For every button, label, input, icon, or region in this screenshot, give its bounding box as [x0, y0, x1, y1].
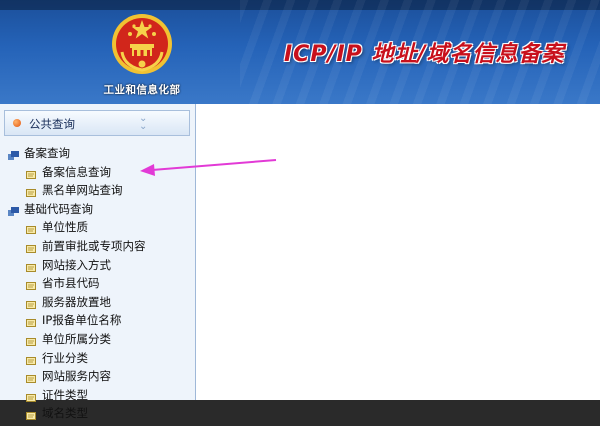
site-title: ICP/IP 地址/域名信息备案 [284, 42, 565, 67]
folder-icon [8, 148, 20, 160]
document-icon [26, 390, 37, 402]
tree-category-label: 基础代码查询 [24, 201, 93, 216]
ministry-name: 工业和信息化部 [103, 84, 181, 96]
tree-item-label: 证件类型 [42, 387, 88, 402]
collapse-chevron-icon[interactable]: ⌄ ⌄ [139, 114, 147, 132]
document-icon [26, 334, 37, 346]
tree-item-label: 备案信息查询 [42, 164, 111, 179]
document-icon [26, 353, 37, 365]
document-icon [26, 260, 37, 272]
site-header: 工业和信息化部 ICP/IP 地址/域名信息备案 [0, 0, 600, 104]
tree-item-label: 前置审批或专项内容 [42, 239, 146, 253]
document-icon [26, 371, 37, 384]
folder-icon [8, 204, 20, 216]
tree-item-label: 域名类型 [42, 406, 88, 421]
document-icon [26, 408, 37, 421]
document-icon [26, 222, 37, 235]
tree-item-label: 省市县代码 [42, 276, 100, 291]
document-icon [26, 315, 37, 328]
tree-item-label: 网站接入方式 [42, 257, 111, 272]
document-icon [26, 241, 37, 253]
tree-item-label: 网站服务内容 [42, 369, 111, 384]
document-icon [26, 297, 37, 309]
tree-item-label: 行业分类 [42, 350, 88, 365]
annotation-arrow-icon [140, 159, 277, 176]
tree-item-label: IP报备单位名称 [42, 313, 122, 328]
tree-category-label: 备案查询 [24, 146, 70, 160]
tree-item-label: 单位性质 [42, 220, 88, 235]
document-icon [26, 185, 37, 198]
national-emblem-icon [112, 14, 172, 74]
public-query-panel-header[interactable]: 公共查询 ⌄ ⌄ [4, 110, 190, 136]
tree-item-label: 单位所属分类 [42, 332, 111, 346]
orange-dot-icon [13, 119, 21, 127]
main-content [196, 104, 600, 400]
document-icon [26, 167, 37, 179]
document-icon [26, 278, 37, 291]
panel-title: 公共查询 [29, 117, 75, 131]
tree-item-label: 黑名单网站查询 [42, 183, 123, 198]
tree-item-label: 服务器放置地 [42, 294, 111, 309]
